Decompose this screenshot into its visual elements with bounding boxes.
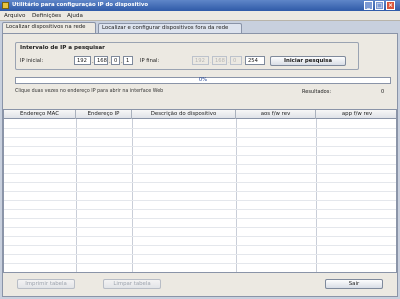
exit-button[interactable]: Sair xyxy=(325,279,383,289)
row-gridline xyxy=(4,182,396,183)
column-header-mac[interactable]: Endereço MAC xyxy=(4,110,76,119)
end-ip-octet-1: 192 xyxy=(192,56,209,65)
menu-definicoes[interactable]: Definições xyxy=(32,13,61,19)
hint-text: Clique duas vezes no endereço IP para ab… xyxy=(15,89,164,94)
start-ip-label: IP inicial: xyxy=(20,58,44,64)
row-gridline xyxy=(4,164,396,165)
tab-outside-network[interactable]: Localizar e configurar dispositivos fora… xyxy=(98,23,242,33)
row-gridline xyxy=(4,236,396,237)
window-title: Utilitário para configuração IP do dispo… xyxy=(12,2,149,8)
ip-range-group: Intervalo de IP a pesquisar IP inicial: … xyxy=(15,42,359,70)
tab-strip: Localizar dispositivos na rede Localizar… xyxy=(0,21,400,34)
start-ip-octet-4[interactable]: 1 xyxy=(123,56,133,65)
end-ip-octet-3: 0 xyxy=(230,56,242,65)
end-ip-label: IP final: xyxy=(140,58,160,64)
column-divider xyxy=(316,119,317,272)
search-progress-bar: 0% xyxy=(15,77,391,84)
results-count: 0 xyxy=(381,89,385,95)
row-gridline xyxy=(4,245,396,246)
close-button[interactable]: × xyxy=(386,1,395,10)
row-gridline xyxy=(4,254,396,255)
row-gridline xyxy=(4,137,396,138)
start-ip-octet-3[interactable]: 0 xyxy=(111,56,120,65)
devices-table[interactable]: Endereço MAC Endereço IP Descrição do di… xyxy=(3,109,397,273)
row-gridline xyxy=(4,209,396,210)
end-ip-octet-4[interactable]: 254 xyxy=(245,56,265,65)
column-divider xyxy=(132,119,133,272)
menu-bar: Arquivo Definições Ajuda xyxy=(0,11,400,21)
column-header-description[interactable]: Descrição do dispositivo xyxy=(132,110,236,119)
column-divider xyxy=(76,119,77,272)
row-gridline xyxy=(4,263,396,264)
start-ip-octet-2[interactable]: 168 xyxy=(94,56,108,65)
main-panel: Intervalo de IP a pesquisar IP inicial: … xyxy=(2,33,398,297)
print-table-button[interactable]: Imprimir tabela xyxy=(17,279,75,289)
row-gridline xyxy=(4,155,396,156)
maximize-button[interactable]: □ xyxy=(375,1,384,10)
clear-table-button[interactable]: Limpar tabela xyxy=(103,279,161,289)
start-ip-octet-1[interactable]: 192 xyxy=(74,56,91,65)
column-divider xyxy=(236,119,237,272)
row-gridline xyxy=(4,191,396,192)
row-gridline xyxy=(4,272,397,273)
results-label: Resultados: xyxy=(302,89,332,95)
row-gridline xyxy=(4,173,396,174)
row-gridline xyxy=(4,227,396,228)
table-header: Endereço MAC Endereço IP Descrição do di… xyxy=(4,110,396,119)
title-bar: Utilitário para configuração IP do dispo… xyxy=(0,0,400,11)
column-header-app-fw[interactable]: app f/w rev xyxy=(316,110,396,119)
end-ip-octet-2: 168 xyxy=(212,56,227,65)
row-gridline xyxy=(4,146,396,147)
column-header-aos-fw[interactable]: aos f/w rev xyxy=(236,110,316,119)
column-header-ip[interactable]: Endereço IP xyxy=(76,110,132,119)
ip-range-title: Intervalo de IP a pesquisar xyxy=(20,45,105,51)
row-gridline xyxy=(4,128,396,129)
row-gridline xyxy=(4,218,396,219)
start-search-button[interactable]: Iniciar pesquisa xyxy=(270,56,346,66)
minimize-button[interactable]: _ xyxy=(364,1,373,10)
app-icon xyxy=(2,2,9,9)
row-gridline xyxy=(4,200,396,201)
menu-ajuda[interactable]: Ajuda xyxy=(67,13,83,19)
menu-arquivo[interactable]: Arquivo xyxy=(4,13,25,19)
